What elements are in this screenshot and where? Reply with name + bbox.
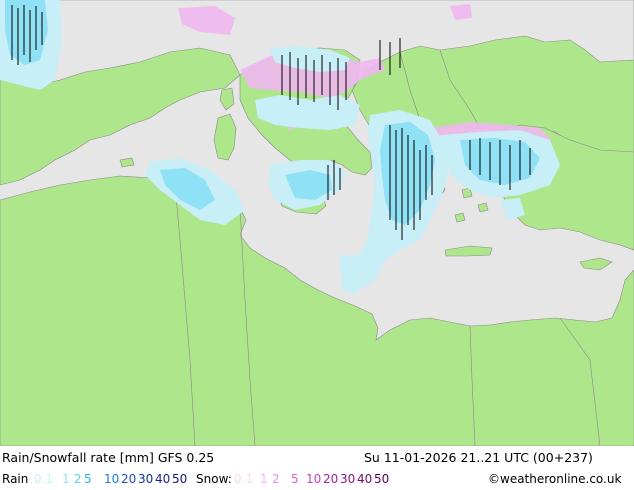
map-footer: Rain/Snowfall rate [mm] GFS 0.25 Su 11-0…: [0, 446, 634, 490]
rain-legend-item: 2: [74, 472, 82, 486]
footer-legend-row: Rain 0.1 1 2 5 10 20 30 40 50 Snow: 0.1 …: [0, 468, 634, 490]
snow-legend-item: 2: [272, 472, 280, 486]
rain-legend-item: 40: [155, 472, 171, 486]
rain-legend-item: 0.1: [34, 472, 54, 486]
map-title: Rain/Snowfall rate [mm] GFS 0.25: [2, 450, 215, 465]
rain-legend-label: Rain: [2, 472, 29, 486]
rain-legend-item: 20: [121, 472, 137, 486]
snow-legend-item: 50: [374, 472, 390, 486]
rain-legend-item: 30: [138, 472, 154, 486]
valid-time: Su 11-01-2026 21..21 UTC (00+237): [364, 450, 593, 465]
snow-legend-item: 10: [306, 472, 322, 486]
rain-legend-item: 10: [104, 472, 120, 486]
snow-legend-item: 0.1: [234, 472, 254, 486]
rain-legend-item: 5: [84, 472, 92, 486]
snow-legend-label: Snow:: [196, 472, 232, 486]
snow-legend-item: 40: [357, 472, 373, 486]
snow-legend-item: 5: [291, 472, 299, 486]
snow-legend-item: 20: [323, 472, 339, 486]
snow-legend-item: 1: [260, 472, 268, 486]
rain-legend-item: 1: [62, 472, 70, 486]
rain-legend-item: 50: [172, 472, 188, 486]
credit-link[interactable]: ©weatheronline.co.uk: [488, 472, 621, 486]
land-balearics: [119, 157, 135, 168]
footer-title-row: Rain/Snowfall rate [mm] GFS 0.25 Su 11-0…: [0, 446, 634, 468]
snow-legend-item: 30: [340, 472, 356, 486]
precipitation-map: [0, 0, 634, 446]
